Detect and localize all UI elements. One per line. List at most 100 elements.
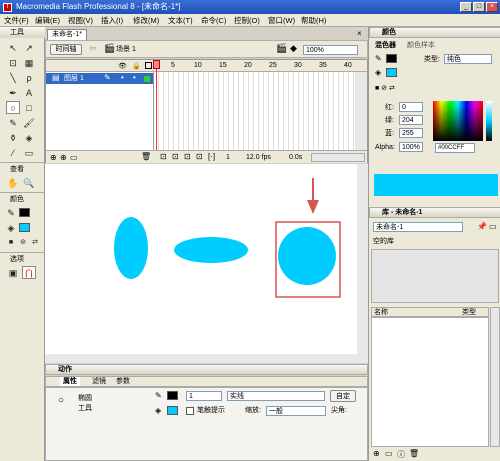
tab-filters[interactable]: 滤镜 — [92, 377, 106, 386]
playhead[interactable] — [156, 60, 157, 150]
pen-tool-icon[interactable]: ✒ — [6, 86, 20, 99]
menu-help[interactable]: 帮助(H) — [299, 15, 328, 26]
green-field[interactable]: 204 — [399, 115, 423, 125]
stroke-style-select[interactable]: 实线 — [227, 391, 325, 401]
frames-grid[interactable] — [154, 72, 355, 150]
mixer-fill-swatch[interactable] — [386, 68, 397, 77]
lock-icon[interactable]: 🔒 — [132, 62, 141, 70]
menu-text[interactable]: 文本(T) — [166, 15, 195, 26]
lasso-tool-icon[interactable]: ρ — [22, 71, 36, 84]
menu-insert[interactable]: 插入(I) — [99, 15, 125, 26]
add-folder-icon[interactable]: ▭ — [70, 153, 78, 162]
pin-icon[interactable]: 📌 — [477, 222, 487, 231]
zoom-select[interactable]: 100% — [303, 45, 358, 55]
timeline-button[interactable]: 时间轴 — [50, 44, 82, 55]
delete-layer-icon[interactable]: 🗑 — [141, 152, 151, 161]
edit-symbol-icon[interactable]: ◆ — [290, 43, 297, 54]
zoom-tool-icon[interactable]: 🔍 — [22, 176, 36, 189]
onion-skin-icon[interactable]: ⊡ — [172, 152, 179, 161]
fill-transform-icon[interactable]: ▦ — [22, 56, 36, 69]
add-layer-icon[interactable]: ⊕ — [50, 153, 57, 162]
library-panel-title[interactable]: 库 - 未命名-1 — [369, 207, 500, 218]
line-tool-icon[interactable]: ╲ — [6, 71, 20, 84]
hex-field[interactable]: #00CCFF — [435, 143, 475, 153]
fill-type-select[interactable]: 纯色 — [444, 54, 492, 64]
stage[interactable] — [45, 164, 357, 354]
eraser-icon[interactable]: ▭ — [22, 146, 36, 159]
col-type[interactable]: 类型 — [462, 308, 476, 317]
modify-markers-icon[interactable]: [·] — [208, 152, 215, 161]
snap-magnet-icon[interactable]: ⋂ — [22, 266, 36, 279]
tall-ellipse[interactable] — [114, 217, 148, 279]
delete-icon[interactable]: 🗑 — [409, 449, 419, 458]
menu-edit[interactable]: 编辑(E) — [33, 15, 62, 26]
ink-bottle-icon[interactable]: ⚱ — [6, 131, 20, 144]
library-list[interactable] — [371, 317, 489, 447]
onion-outline-icon[interactable]: ⊡ — [184, 152, 191, 161]
rectangle-tool-icon[interactable]: □ — [22, 101, 36, 114]
mixer-stroke-swatch[interactable] — [386, 54, 397, 63]
tab-properties[interactable]: 属性 — [60, 377, 80, 386]
stage-vscroll[interactable] — [357, 164, 368, 354]
circle-shape[interactable] — [278, 227, 336, 285]
close-button[interactable]: × — [486, 2, 498, 12]
new-symbol-icon[interactable]: ⊕ — [373, 449, 380, 458]
hinting-checkbox[interactable] — [186, 407, 194, 415]
col-name[interactable]: 名称 — [374, 308, 388, 317]
document-tab[interactable]: 未命名-1* — [47, 29, 87, 40]
brush-tool-icon[interactable]: 🖌 — [22, 116, 36, 129]
stroke-color-icon[interactable]: ✎ — [4, 206, 18, 219]
subselect-tool-icon[interactable]: ↗ — [22, 41, 36, 54]
stroke-swatch[interactable] — [167, 391, 178, 400]
maximize-button[interactable]: □ — [473, 2, 485, 12]
minimize-button[interactable]: _ — [460, 2, 472, 12]
back-arrow-icon[interactable]: ⇦ — [89, 43, 97, 54]
brightness-slider[interactable] — [486, 101, 492, 141]
library-vscroll[interactable] — [490, 307, 500, 447]
custom-button[interactable]: 自定 — [330, 390, 356, 402]
tab-color-mixer[interactable]: 混色器 — [375, 41, 396, 50]
add-guide-icon[interactable]: ⊕ — [60, 153, 67, 162]
stage-hscroll[interactable] — [45, 354, 368, 363]
timeline-vscroll[interactable] — [355, 72, 367, 150]
fill-swatch[interactable] — [167, 406, 178, 415]
menu-modify[interactable]: 修改(M) — [131, 15, 161, 26]
timeline-hscroll[interactable] — [311, 153, 365, 162]
menu-commands[interactable]: 命令(C) — [199, 15, 228, 26]
object-draw-icon[interactable]: ▣ — [6, 266, 20, 279]
color-spectrum[interactable] — [433, 101, 483, 141]
oval-tool-icon[interactable]: ○ — [6, 101, 20, 114]
mixer-bw-icon[interactable]: ■ ⊘ ⇄ — [375, 84, 395, 92]
alpha-field[interactable]: 100% — [399, 142, 423, 152]
selection-tool-icon[interactable]: ↖ — [6, 41, 20, 54]
color-panel-title[interactable]: 颜色 — [369, 27, 500, 38]
blue-field[interactable]: 255 — [399, 128, 423, 138]
eye-icon[interactable]: 👁 — [118, 62, 127, 70]
tab-swatches[interactable]: 颜色样本 — [407, 41, 435, 50]
fill-color-icon[interactable]: ◈ — [4, 221, 18, 234]
eyedropper-icon[interactable]: ⁄ — [6, 146, 20, 159]
menu-file[interactable]: 文件(F) — [2, 15, 31, 26]
layer-row[interactable]: ▤ 图层 1 ✎ • • — [46, 73, 153, 84]
library-doc-select[interactable]: 未命名-1 — [373, 222, 463, 232]
outline-icon[interactable] — [145, 62, 152, 69]
tab-parameters[interactable]: 参数 — [116, 377, 130, 386]
doc-close-icon[interactable]: × — [357, 29, 362, 38]
new-library-icon[interactable]: ▭ — [489, 222, 497, 231]
properties-icon[interactable]: ⓘ — [397, 449, 405, 460]
stroke-color-swatch[interactable] — [19, 208, 30, 217]
swap-colors-icon[interactable]: ⇄ — [28, 236, 42, 249]
fill-color-swatch[interactable] — [19, 223, 30, 232]
free-transform-icon[interactable]: ⊡ — [6, 56, 20, 69]
hand-tool-icon[interactable]: ✋ — [6, 176, 20, 189]
paint-bucket-icon[interactable]: ◈ — [22, 131, 36, 144]
menu-window[interactable]: 窗口(W) — [266, 15, 297, 26]
edit-scene-icon[interactable]: 🎬 — [276, 43, 287, 54]
new-folder-icon[interactable]: ▭ — [385, 449, 393, 458]
red-field[interactable]: 0 — [399, 102, 423, 112]
text-tool-icon[interactable]: A — [22, 86, 36, 99]
actions-panel-title[interactable]: 动作 — [45, 364, 368, 375]
edit-multiple-icon[interactable]: ⊡ — [196, 152, 203, 161]
menu-control[interactable]: 控制(O) — [232, 15, 262, 26]
pencil-tool-icon[interactable]: ✎ — [6, 116, 20, 129]
